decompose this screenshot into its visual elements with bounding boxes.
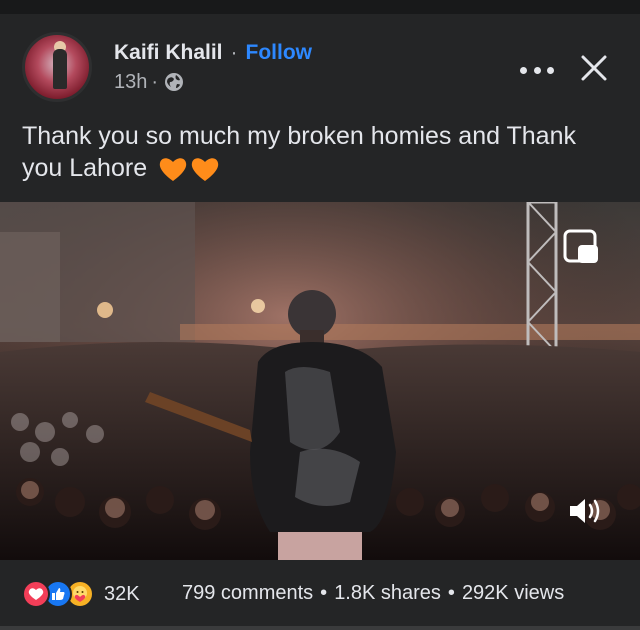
orange-heart-icon — [191, 158, 219, 182]
post-text: Thank you so much my broken homies and T… — [22, 120, 622, 184]
post-timestamp[interactable]: 13h — [114, 71, 147, 94]
shares-count[interactable]: 1.8K shares — [334, 582, 441, 604]
post-message: Thank you so much my broken homies and T… — [22, 122, 576, 182]
post-header: Kaifi Khalil · Follow 13h · — [0, 14, 640, 114]
orange-hearts — [158, 155, 220, 183]
comments-count[interactable]: 799 comments — [182, 582, 313, 604]
reaction-count: 32K — [104, 582, 140, 605]
stats-separator: • — [320, 582, 328, 604]
views-count: 292K views — [461, 582, 565, 604]
divider — [0, 626, 640, 630]
top-status-strip — [0, 0, 640, 14]
reactions-summary[interactable]: 32K — [22, 580, 140, 608]
author-name[interactable]: Kaifi Khalil — [114, 41, 223, 65]
orange-heart-icon — [159, 158, 187, 182]
engagement-stats: 799 comments • 1.8K shares • 292K views — [182, 582, 564, 605]
picture-in-picture-icon[interactable] — [562, 228, 600, 266]
post-meta: 13h · — [114, 70, 184, 94]
close-icon[interactable] — [578, 52, 610, 84]
love-reaction-icon — [22, 580, 50, 608]
concert-scene — [0, 202, 640, 560]
globe-icon — [164, 72, 184, 92]
author-row: Kaifi Khalil · Follow — [114, 40, 312, 66]
stats-separator: • — [447, 582, 455, 604]
author-avatar[interactable] — [22, 32, 92, 102]
meta-separator: · — [151, 70, 159, 93]
concert-video[interactable] — [0, 202, 640, 560]
name-separator: · — [230, 41, 238, 64]
more-options-icon[interactable] — [520, 60, 554, 80]
avatar-figure-body — [53, 49, 67, 89]
post-footer: 32K 799 comments • 1.8K shares • 292K views — [0, 560, 640, 630]
speaker-icon[interactable] — [566, 494, 606, 528]
follow-button[interactable]: Follow — [246, 41, 313, 65]
